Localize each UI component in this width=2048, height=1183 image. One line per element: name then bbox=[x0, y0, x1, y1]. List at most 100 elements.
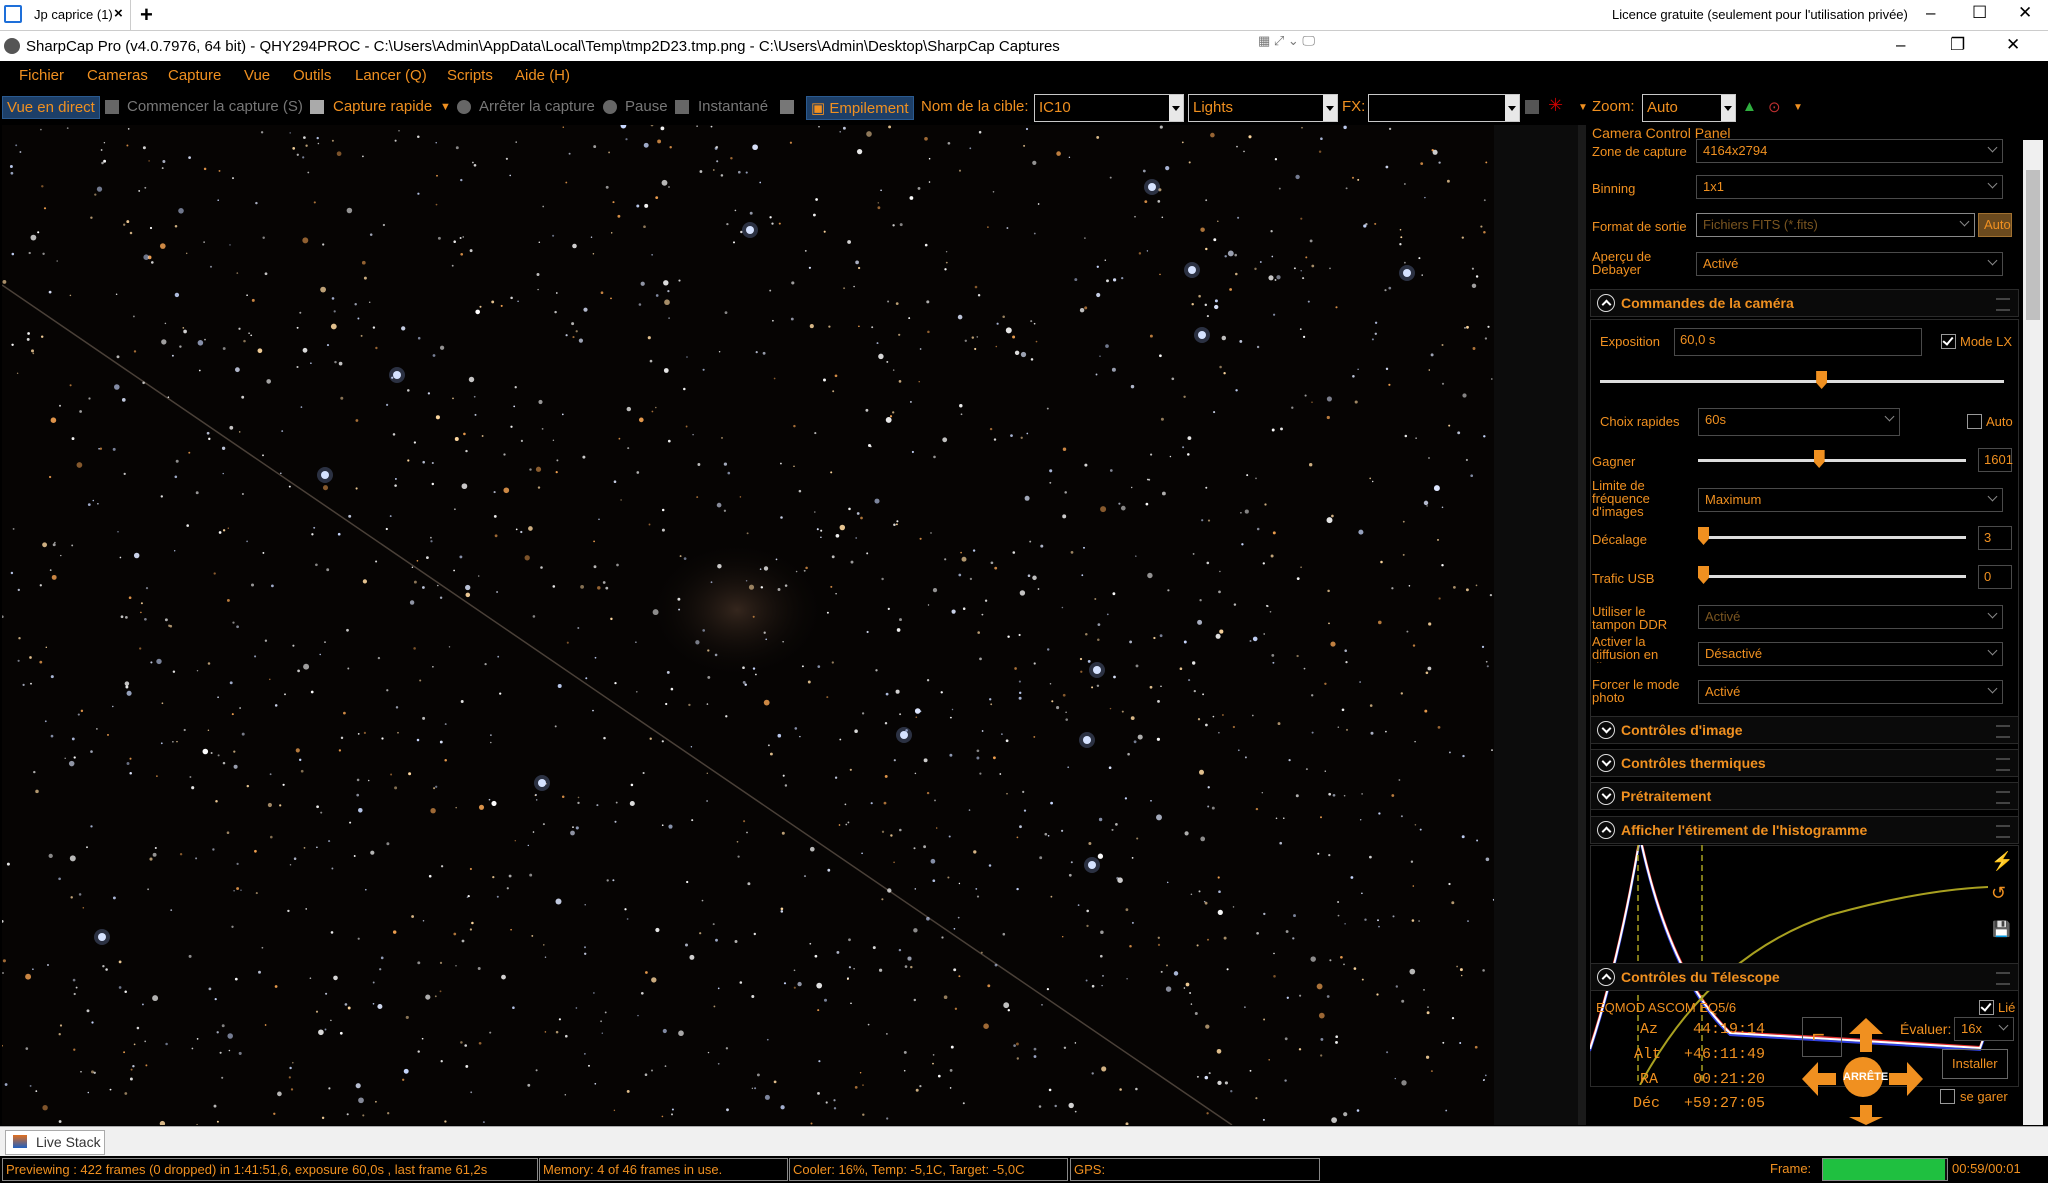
linked-checkbox[interactable] bbox=[1979, 1000, 1994, 1015]
preprocessing-header[interactable]: Prétraitement bbox=[1590, 782, 2019, 810]
quick-capture-dropdown-icon[interactable]: ▼ bbox=[440, 101, 451, 113]
stop-capture-button[interactable]: Arrêter la capture bbox=[479, 98, 595, 115]
drag-handle-icon[interactable] bbox=[1996, 972, 2010, 985]
target-name-combo[interactable]: IC10 bbox=[1034, 94, 1184, 122]
zoom-combo[interactable]: Auto bbox=[1642, 94, 1736, 122]
gain-input[interactable]: 1601 bbox=[1978, 448, 2013, 472]
menu-cameras[interactable]: Cameras bbox=[87, 67, 148, 84]
star bbox=[1243, 150, 1245, 153]
exposure-input[interactable]: 60,0 s bbox=[1674, 328, 1922, 356]
search-focus-icon[interactable]: ⊙ bbox=[1768, 98, 1781, 116]
save-icon[interactable]: 💾 bbox=[1992, 920, 2011, 938]
star bbox=[707, 675, 711, 679]
usb-slider-track[interactable] bbox=[1698, 575, 1966, 578]
mode-lx-checkbox[interactable] bbox=[1941, 334, 1956, 349]
close-tab-icon[interactable]: × bbox=[114, 5, 123, 22]
drag-handle-icon[interactable] bbox=[1996, 758, 2010, 771]
offset-slider-track[interactable] bbox=[1698, 536, 1966, 539]
menu-fichier[interactable]: Fichier bbox=[19, 67, 64, 84]
offset-input[interactable]: 3 bbox=[1978, 526, 2012, 550]
exposure-slider-track[interactable] bbox=[1600, 380, 2004, 383]
reset-icon[interactable]: ↺ bbox=[1991, 883, 2006, 904]
menu-scripts[interactable]: Scripts bbox=[447, 67, 493, 84]
arrow-left-icon[interactable] bbox=[1802, 1062, 1836, 1096]
drag-handle-icon[interactable] bbox=[1996, 825, 2010, 838]
app-minimize-icon[interactable]: – bbox=[1896, 35, 1905, 55]
star bbox=[655, 927, 660, 933]
add-tab-icon[interactable]: + bbox=[140, 2, 153, 28]
auto-format-button[interactable]: Auto bbox=[1978, 213, 2012, 237]
maximize-icon[interactable]: ☐ bbox=[1972, 3, 1987, 23]
gray-square-icon[interactable] bbox=[1525, 100, 1539, 114]
pause-button[interactable]: Pause bbox=[625, 98, 668, 115]
usb-input[interactable]: 0 bbox=[1978, 565, 2012, 589]
arrow-right-icon[interactable] bbox=[1889, 1062, 1923, 1096]
quick-capture-button[interactable]: Capture rapide bbox=[333, 98, 432, 115]
menu-lancer[interactable]: Lancer (Q) bbox=[355, 67, 427, 84]
star bbox=[1398, 779, 1401, 781]
gain-slider-track[interactable] bbox=[1698, 459, 1966, 462]
rate-combo[interactable]: 16x bbox=[1954, 1017, 2014, 1041]
debayer-combo[interactable]: Activé bbox=[1696, 252, 2003, 276]
quick-auto-checkbox[interactable] bbox=[1967, 414, 1982, 429]
menu-aide[interactable]: Aide (H) bbox=[515, 67, 570, 84]
crosshair-dropdown-icon[interactable]: ▼ bbox=[1578, 102, 1588, 113]
snapshot-button[interactable]: Instantané bbox=[698, 98, 768, 115]
menu-vue[interactable]: Vue bbox=[244, 67, 270, 84]
menu-capture[interactable]: Capture bbox=[168, 67, 221, 84]
image-viewport[interactable] bbox=[2, 125, 1494, 1125]
drag-handle-icon[interactable] bbox=[1996, 298, 2010, 311]
thermal-controls-header[interactable]: Contrôles thermiques bbox=[1590, 749, 2019, 777]
photo-mode-combo[interactable]: Activé bbox=[1698, 680, 2003, 704]
telescope-header[interactable]: Contrôles du Télescope bbox=[1590, 963, 2019, 991]
ddr-buffer-combo[interactable]: Activé bbox=[1698, 605, 2003, 629]
image-controls-header[interactable]: Contrôles d'image bbox=[1590, 716, 2019, 744]
binning-combo[interactable]: 1x1 bbox=[1696, 175, 2003, 199]
drag-handle-icon[interactable] bbox=[1996, 791, 2010, 804]
broadcast-combo[interactable]: Désactivé bbox=[1698, 642, 2003, 666]
star bbox=[1149, 334, 1153, 338]
output-format-combo[interactable]: Fichiers FITS (*.fits) bbox=[1696, 213, 1975, 237]
fx-combo[interactable] bbox=[1368, 94, 1520, 122]
stop-slew-button[interactable]: ARRÊTE bbox=[1843, 1057, 1888, 1097]
histogram-icon[interactable]: ▲ bbox=[1742, 98, 1757, 115]
close-icon[interactable]: ✕ bbox=[2018, 3, 2032, 23]
histogram-header[interactable]: Afficher l'étirement de l'histogramme bbox=[1590, 816, 2019, 844]
star bbox=[142, 146, 146, 150]
park-checkbox[interactable] bbox=[1940, 1089, 1955, 1104]
app-icon bbox=[4, 38, 20, 54]
focus-dropdown-icon[interactable]: ▼ bbox=[1793, 102, 1803, 113]
star bbox=[411, 566, 414, 569]
minimize-icon[interactable]: – bbox=[1926, 3, 1935, 23]
star bbox=[565, 1034, 568, 1038]
app-close-icon[interactable]: ✕ bbox=[2006, 35, 2020, 55]
start-capture-button[interactable]: Commencer la capture (S) bbox=[127, 98, 303, 115]
frame-limit-combo[interactable]: Maximum bbox=[1698, 488, 2003, 512]
live-view-button[interactable]: Vue en direct bbox=[2, 96, 100, 119]
star bbox=[1256, 345, 1260, 349]
star bbox=[296, 153, 299, 156]
remote-control-icons[interactable]: ▦ ⤢ ⌄ 🖵 bbox=[1258, 33, 1315, 49]
frame-type-combo[interactable]: Lights bbox=[1188, 94, 1338, 122]
panel-scrollbar[interactable] bbox=[2023, 140, 2043, 1125]
install-button[interactable]: Installer bbox=[1942, 1049, 2008, 1079]
remote-tab[interactable]: Jp caprice (1) × bbox=[24, 0, 131, 30]
crosshair-icon[interactable]: ✳ bbox=[1548, 95, 1563, 116]
auto-stretch-icon[interactable]: ⚡ bbox=[1991, 851, 2013, 872]
arrow-down-icon[interactable] bbox=[1849, 1105, 1883, 1125]
quick-choices-combo[interactable]: 60s bbox=[1698, 408, 1900, 436]
star bbox=[1471, 267, 1474, 270]
drag-handle-icon[interactable] bbox=[1996, 725, 2010, 738]
scrollbar-thumb[interactable] bbox=[2026, 170, 2040, 320]
stacking-button[interactable]: ▣ Empilement bbox=[806, 96, 914, 120]
live-stack-tab[interactable]: Live Stack bbox=[5, 1130, 105, 1155]
camera-controls-header[interactable]: Commandes de la caméra bbox=[1590, 289, 2019, 317]
capture-area-combo[interactable]: 4164x2794 bbox=[1696, 139, 2003, 163]
home-position-icon[interactable]: ⌐ bbox=[1802, 1017, 1842, 1057]
app-restore-icon[interactable]: ❐ bbox=[1950, 35, 1965, 55]
display-icon[interactable] bbox=[780, 100, 794, 114]
panel-splitter[interactable] bbox=[1578, 125, 1586, 1125]
arrow-up-icon[interactable] bbox=[1849, 1018, 1883, 1052]
star bbox=[958, 573, 962, 577]
menu-outils[interactable]: Outils bbox=[293, 67, 331, 84]
